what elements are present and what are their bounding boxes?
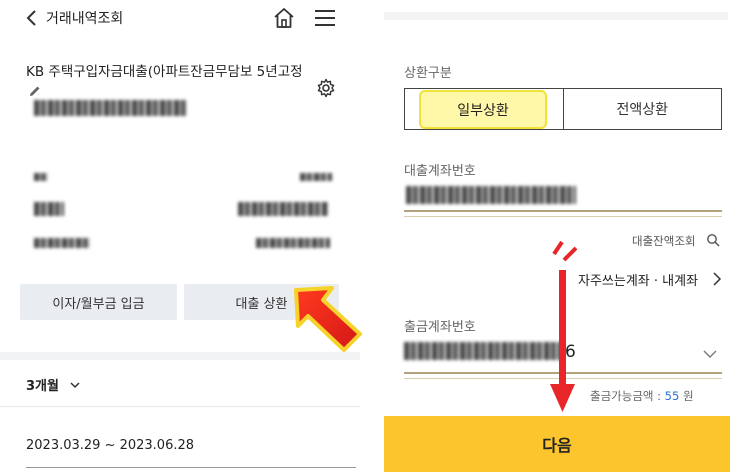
chevron-down-icon[interactable] bbox=[703, 349, 717, 359]
highlighted-partial-repayment[interactable]: 일부상환 bbox=[419, 90, 547, 129]
redacted-label bbox=[34, 202, 64, 216]
period-selector[interactable]: 3개월 bbox=[26, 375, 80, 394]
divider bbox=[26, 467, 356, 468]
edit-icon[interactable] bbox=[28, 84, 42, 98]
search-icon[interactable] bbox=[706, 233, 720, 247]
loan-account-underline bbox=[404, 210, 722, 212]
loan-product-label: KB 주택구입자금대출(아파트잔금무담보 5년고정 bbox=[26, 64, 303, 80]
next-button[interactable]: 다음 bbox=[384, 416, 730, 472]
menu-icon[interactable] bbox=[314, 8, 336, 28]
redacted-withdraw-account bbox=[404, 342, 564, 360]
chevron-right-icon[interactable] bbox=[712, 272, 722, 286]
top-bar: 거래내역조회 bbox=[0, 0, 360, 36]
available-amount-label: 출금가능금액 : bbox=[590, 389, 662, 403]
redacted-account-number bbox=[34, 100, 186, 116]
frequent-accounts-link[interactable]: 자주쓰는계좌 · 내계좌 bbox=[578, 270, 698, 289]
available-amount-unit: 원 bbox=[682, 389, 694, 403]
home-icon[interactable] bbox=[272, 6, 296, 30]
redacted-value bbox=[238, 202, 328, 216]
loan-detail-screen: 거래내역조회 KB 주택구입자금대출(아파트잔금무담보 5년고정 이자/월부금 … bbox=[0, 0, 362, 472]
annotation-arrow-icon bbox=[550, 240, 578, 412]
withdraw-account-label: 출금계좌번호 bbox=[404, 320, 476, 335]
divider bbox=[0, 406, 360, 407]
redacted-value bbox=[300, 173, 332, 181]
redacted-value bbox=[256, 238, 330, 248]
repay-type-label: 상환구분 bbox=[404, 66, 452, 81]
chevron-down-icon bbox=[69, 382, 80, 389]
date-range: 2023.03.29 ~ 2023.06.28 bbox=[26, 438, 195, 453]
gear-icon[interactable] bbox=[316, 78, 336, 98]
balance-inquiry-link[interactable]: 대출잔액조회 bbox=[632, 233, 695, 249]
option-full-repayment[interactable]: 전액상환 bbox=[564, 89, 722, 129]
back-icon[interactable] bbox=[22, 8, 42, 28]
loan-account-underline-shadow bbox=[404, 216, 722, 217]
redacted-label bbox=[34, 238, 90, 248]
page-title: 거래내역조회 bbox=[46, 11, 124, 27]
redacted-label bbox=[34, 173, 48, 181]
annotation-arrow-icon bbox=[294, 286, 362, 352]
available-amount-value: 55 bbox=[664, 389, 680, 403]
available-amount: 출금가능금액 : 55 원 bbox=[590, 388, 694, 404]
interest-payment-button[interactable]: 이자/월부금 입금 bbox=[20, 284, 177, 320]
top-strip bbox=[384, 12, 728, 20]
redacted-loan-account bbox=[406, 186, 576, 204]
period-label: 3개월 bbox=[26, 379, 59, 394]
loan-product-name: KB 주택구입자금대출(아파트잔금무담보 5년고정 bbox=[26, 62, 306, 102]
loan-account-label: 대출계좌번호 bbox=[404, 164, 476, 179]
